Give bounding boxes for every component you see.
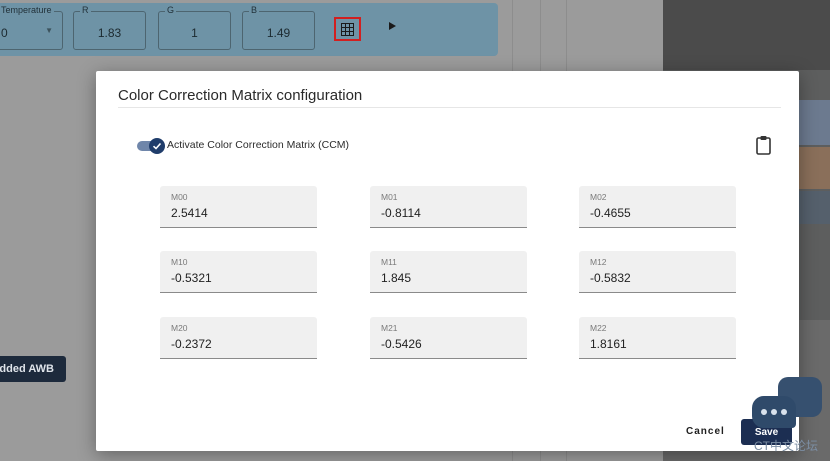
b-gain-label: B <box>249 5 260 16</box>
matrix-field-m10[interactable]: M10 -0.5321 <box>160 251 317 293</box>
matrix-field-m01[interactable]: M01 -0.8114 <box>370 186 527 228</box>
grid-table-icon <box>341 22 354 36</box>
matrix-value: -0.5321 <box>171 271 212 285</box>
matrix-value: -0.2372 <box>171 337 212 351</box>
matrix-label: M12 <box>590 257 607 267</box>
matrix-value: 1.845 <box>381 271 412 285</box>
dot <box>761 409 767 415</box>
color-swatch <box>798 147 830 189</box>
clipboard-button[interactable] <box>755 135 772 155</box>
color-swatch <box>798 191 830 224</box>
matrix-value: 2.5414 <box>171 206 208 220</box>
matrix-label: M01 <box>381 192 398 202</box>
chevron-down-icon[interactable]: ▼ <box>45 26 53 35</box>
play-icon[interactable] <box>389 22 396 30</box>
matrix-label: M10 <box>171 257 188 267</box>
matrix-label: M21 <box>381 323 398 333</box>
matrix-label: M02 <box>590 192 607 202</box>
ccm-grid-button[interactable] <box>334 17 361 41</box>
matrix-field-m11[interactable]: M11 1.845 <box>370 251 527 293</box>
clipboard-icon <box>756 136 771 155</box>
ccm-dialog: Color Correction Matrix configuration Ac… <box>96 71 799 451</box>
embedded-awb-button[interactable]: Embedded AWB <box>0 356 66 382</box>
matrix-label: M20 <box>171 323 188 333</box>
matrix-field-m02[interactable]: M02 -0.4655 <box>579 186 736 228</box>
matrix-field-m21[interactable]: M21 -0.5426 <box>370 317 527 359</box>
preview-image-top <box>663 0 830 70</box>
g-gain-label: G <box>165 5 177 16</box>
r-gain-field[interactable]: R 1.83 <box>73 5 146 50</box>
g-gain-field[interactable]: G 1 <box>158 5 231 50</box>
cancel-button[interactable]: Cancel <box>686 426 725 437</box>
matrix-field-m12[interactable]: M12 -0.5832 <box>579 251 736 293</box>
matrix-field-m00[interactable]: M00 2.5414 <box>160 186 317 228</box>
check-icon <box>152 142 162 150</box>
color-swatch <box>798 100 830 145</box>
awb-toolbar: Temperature 0 ▼ R 1.83 G 1 B 1.49 <box>0 3 498 56</box>
g-gain-value: 1 <box>191 26 198 40</box>
matrix-value: -0.8114 <box>381 206 421 220</box>
matrix-label: M11 <box>381 257 397 267</box>
toggle-knob <box>149 138 165 154</box>
matrix-field-m22[interactable]: M22 1.8161 <box>579 317 736 359</box>
matrix-value: 1.8161 <box>590 337 627 351</box>
r-gain-label: R <box>80 5 91 16</box>
dialog-title: Color Correction Matrix configuration <box>118 87 363 104</box>
matrix-label: M22 <box>590 323 607 333</box>
b-gain-value: 1.49 <box>266 26 291 40</box>
embedded-awb-label: Embedded AWB <box>0 363 54 375</box>
matrix-value: -0.5832 <box>590 271 631 285</box>
r-gain-value: 1.83 <box>97 26 122 40</box>
matrix-label: M00 <box>171 192 188 202</box>
temperature-label: Temperature <box>0 5 54 16</box>
dot <box>781 409 787 415</box>
matrix-value: -0.4655 <box>590 206 631 220</box>
activate-ccm-toggle[interactable] <box>137 138 165 154</box>
temperature-field[interactable]: Temperature 0 ▼ <box>0 5 63 50</box>
chat-button[interactable] <box>752 396 796 428</box>
forum-watermark: CT中文论坛 <box>754 439 818 453</box>
b-gain-field[interactable]: B 1.49 <box>242 5 315 50</box>
activate-ccm-label: Activate Color Correction Matrix (CCM) <box>167 139 350 151</box>
save-label: Save <box>754 426 779 438</box>
dot <box>771 409 777 415</box>
matrix-field-m20[interactable]: M20 -0.2372 <box>160 317 317 359</box>
matrix-value: -0.5426 <box>381 337 422 351</box>
title-divider <box>118 107 781 108</box>
